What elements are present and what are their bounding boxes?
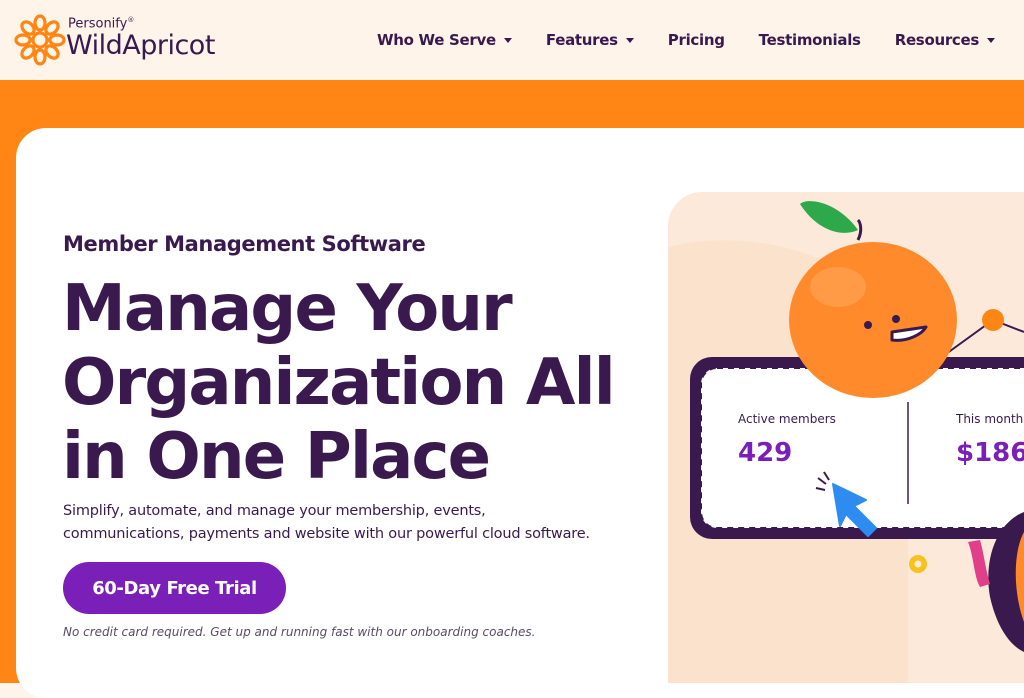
stat-month-value: $186 [956, 438, 1024, 468]
main-nav: Who We Serve Features Pricing Testimonia… [360, 0, 1012, 80]
nav-item-pricing[interactable]: Pricing [668, 31, 725, 49]
stat-active-members-value: 429 [738, 438, 793, 468]
stat-active-members-label: Active members [738, 412, 836, 426]
apricot-body [789, 242, 957, 398]
wildapricot-logo[interactable]: Personify® WildApricot [14, 12, 244, 68]
apricot-highlight [810, 267, 866, 307]
nav-label: Pricing [667, 31, 725, 49]
nav-item-testimonials[interactable]: Testimonials [759, 31, 861, 49]
orbit-dot [982, 309, 1004, 331]
hero-subtext: Simplify, automate, and manage your memb… [63, 503, 590, 542]
nav-label: Resources [894, 31, 980, 49]
headline-line: Organization All [62, 346, 616, 420]
chevron-down-icon [987, 37, 996, 43]
apricot-flower-icon [14, 14, 66, 66]
nav-item-resources[interactable]: Resources [894, 31, 996, 49]
nav-item-features[interactable]: Features [546, 31, 634, 49]
free-trial-button[interactable]: 60-Day Free Trial [63, 562, 286, 614]
logo-wordmark: WildApricot [66, 30, 215, 61]
apricot-eye-right [892, 315, 900, 323]
nav-label: Testimonials [758, 31, 861, 49]
hero-note: No credit card required. Get up and runn… [63, 625, 536, 639]
site-header: Personify® WildApricot Who We Serve Feat… [0, 0, 1024, 80]
stat-month-label: This month r [956, 412, 1024, 426]
headline-line: in One Place [62, 420, 491, 494]
hero-headline: Manage Your Organization All in One Plac… [62, 272, 662, 494]
nav-label: Who We Serve [377, 31, 496, 49]
chevron-down-icon [503, 37, 512, 43]
nav-item-who-we-serve[interactable]: Who We Serve [377, 31, 512, 49]
apricot-eye-left [864, 321, 872, 329]
headline-line: Manage Your [62, 272, 513, 346]
nav-label: Features [545, 31, 618, 49]
chevron-down-icon [625, 37, 634, 43]
hero-illustration: Active members 429 This month r $186 [668, 192, 1024, 683]
hero-eyebrow: Member Management Software [63, 232, 426, 256]
